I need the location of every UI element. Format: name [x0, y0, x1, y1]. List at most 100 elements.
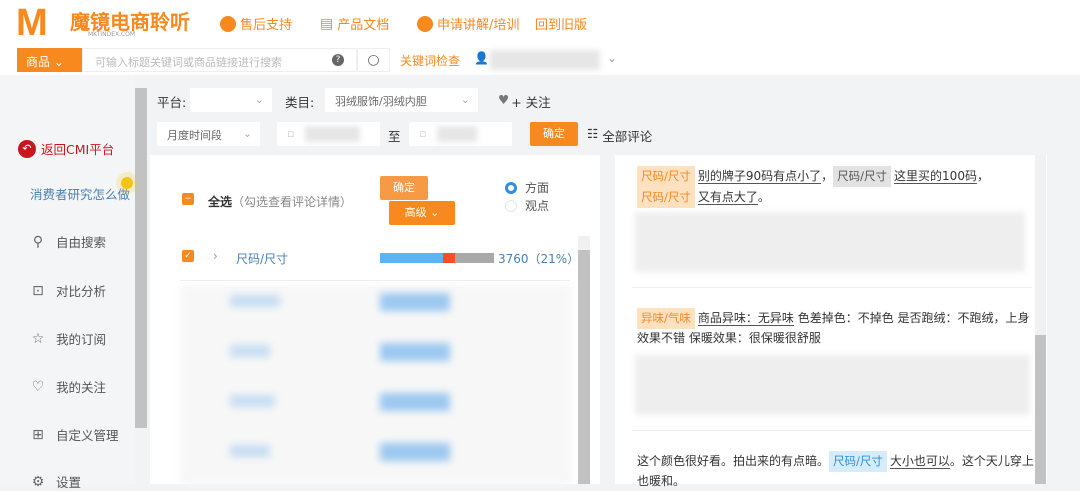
comment-scrollbar-thumb[interactable] [1035, 335, 1046, 484]
follow-label: + 关注 [511, 95, 551, 110]
divider [180, 280, 570, 281]
blurred-comment-meta [635, 212, 1025, 272]
positive-segment [380, 253, 443, 263]
back-label: 返回CMI平台 [41, 142, 115, 157]
sidebar-scrollbar[interactable] [135, 88, 147, 428]
search-button[interactable]: ○ [357, 48, 390, 72]
select-all-checkbox[interactable]: − [182, 193, 194, 205]
sidebar-guide[interactable]: 消费者研究怎么做 [30, 184, 130, 203]
advanced-dropdown[interactable]: 高级 ⌄ [389, 201, 455, 225]
comment-text: 又有点大了 [697, 190, 758, 205]
radio-aspect[interactable]: 方面 [505, 179, 549, 196]
user-icon[interactable]: 👤 [474, 51, 489, 65]
to-label: 至 [388, 129, 401, 144]
chevron-down-icon[interactable]: ⌄ [607, 51, 617, 65]
logo-subtitle: MKTINDEX.COM [88, 31, 136, 38]
aspect-tag[interactable]: 尺码/尺寸 [829, 451, 887, 472]
platform-label: 平台: [157, 95, 187, 110]
sidebar-item-search[interactable]: ⚲ 自由搜索 [30, 232, 106, 251]
sidebar-item-custom[interactable]: ⊞ 自定义管理 [30, 425, 119, 444]
sidebar-item-label: 自由搜索 [56, 235, 107, 250]
aspect-scrollbar-track[interactable] [578, 236, 590, 484]
heart-icon: ♡ [31, 378, 45, 395]
blurred-aspect-rows [180, 285, 572, 484]
aspect-tag[interactable]: 尺码/尺寸 [637, 166, 695, 187]
negative-segment [442, 253, 456, 263]
sidebar-item-settings[interactable]: ⚙ 设置 [30, 472, 81, 491]
aspect-tag[interactable]: 尺码/尺寸 [833, 166, 892, 187]
platform-select[interactable]: ⌄ [190, 88, 272, 112]
radio-opinion[interactable]: 观点 [505, 197, 549, 214]
sidebar [0, 75, 135, 484]
comment-text: ， [976, 169, 989, 183]
comment-text: ， [821, 169, 834, 183]
aspect-tag[interactable]: 尺码/尺寸 [637, 187, 695, 208]
neutral-segment [455, 253, 494, 263]
compare-icon: ⊡ [32, 282, 44, 299]
period-select[interactable]: 月度时间段 ⌄ [157, 122, 260, 146]
sidebar-item-label: 设置 [56, 475, 82, 490]
notification-dot [121, 177, 133, 189]
sidebar-item-follows[interactable]: ♡ 我的关注 [30, 377, 106, 396]
sidebar-item-label: 我的订阅 [56, 332, 107, 347]
comment-text: 色差掉色：不掉色 是否跑绒：不跑绒，上身效果不错 保暖效果：很保暖很舒服 [637, 311, 1030, 345]
username-blurred [490, 50, 600, 70]
start-date-input[interactable]: ▫ [277, 122, 380, 146]
comment-text: 别的牌子90码有点小了 [697, 169, 822, 184]
sidebar-item-label: 自定义管理 [56, 428, 119, 443]
grid-icon: ⊞ [32, 426, 44, 443]
chat-icon [417, 15, 433, 32]
list-icon: ☷ [587, 126, 599, 141]
sentiment-bar [380, 253, 494, 263]
category-select[interactable]: 羽绒服饰/羽绒内胆 ⌄ [325, 88, 478, 112]
nav-docs[interactable]: ▤ 产品文档 [320, 14, 389, 34]
select-all-hint: （勾选查看评论详情） [232, 195, 353, 209]
nav-label: 回到旧版 [535, 18, 588, 33]
comment-scrollbar-track[interactable] [1035, 155, 1046, 484]
sidebar-item-label: 对比分析 [56, 284, 107, 299]
logo-icon[interactable]: M [16, 2, 48, 45]
end-date-input[interactable]: ▫ [409, 122, 512, 146]
aspect-label[interactable]: 尺码/尺寸 [236, 250, 288, 267]
comment-3: 这个颜色很好看。拍出来的有点暗。 尺码/尺寸 大小也可以。这个天儿穿上也暖和。 [637, 451, 1037, 491]
advanced-label: 高级 [404, 206, 427, 219]
comment-1: 尺码/尺寸 别的牌子90码有点小了， 尺码/尺寸 这里买的100码，尺码/尺寸 又有点大… [637, 166, 1032, 208]
confirm-button[interactable]: 确定 [380, 176, 428, 200]
keyword-check-link[interactable]: 关键词检查 [400, 52, 460, 69]
comment-2: 异味/气味 商品异味：无异味 色差掉色：不掉色 是否跑绒：不跑绒，上身效果不错 保… [637, 308, 1032, 348]
end-date-blurred [437, 126, 477, 142]
aspect-checkbox[interactable]: ✓ [182, 250, 194, 262]
expand-chevron-icon[interactable]: › [213, 249, 218, 263]
category-value: 羽绒服饰/羽绒内胆 [335, 95, 427, 108]
radio-label: 方面 [525, 181, 550, 195]
back-to-cmi[interactable]: ↶ 返回CMI平台 [18, 139, 114, 158]
nav-old-version[interactable]: 回到旧版 [535, 14, 587, 33]
back-icon: ↶ [18, 139, 36, 158]
blurred-comment-meta [635, 355, 1030, 415]
category-dropdown[interactable]: 商品 ⌄ [17, 48, 82, 72]
search-input[interactable]: 可输入标题关键词或商品链接进行搜索 [82, 48, 357, 72]
comment-text: 这个颜色很好看。拍出来的有点暗。 [637, 454, 830, 468]
sidebar-item-subscriptions[interactable]: ☆ 我的订阅 [30, 329, 106, 348]
select-all[interactable]: 全选（勾选查看评论详情） [208, 193, 352, 210]
search-icon: ⚲ [32, 233, 44, 250]
confirm-date-button[interactable]: 确定 [530, 122, 578, 146]
nav-support[interactable]: 售后支持 [220, 14, 292, 33]
aspect-tag[interactable]: 异味/气味 [637, 308, 695, 329]
select-all-label: 全选 [208, 195, 233, 209]
aspect-scrollbar-thumb[interactable] [578, 250, 590, 484]
category-label: 商品 [26, 55, 51, 69]
divider [632, 287, 1032, 288]
nav-label: 申请讲解/培训 [437, 18, 520, 33]
sidebar-item-compare[interactable]: ⊡ 对比分析 [30, 281, 106, 300]
calendar-icon: ▫ [287, 127, 295, 140]
support-icon [220, 15, 236, 32]
nav-training[interactable]: 申请讲解/培训 [417, 14, 519, 33]
document-icon: ▤ [320, 15, 334, 32]
follow-button[interactable]: ♥ + 关注 [498, 92, 551, 111]
gear-icon: ⚙ [31, 473, 45, 490]
all-comments-button[interactable]: ☷ 全部评论 [587, 126, 652, 145]
chevron-down-icon: ⌄ [242, 127, 252, 140]
help-icon[interactable]: ? [332, 54, 344, 66]
comment-text: 这里买的100码 [894, 169, 977, 184]
